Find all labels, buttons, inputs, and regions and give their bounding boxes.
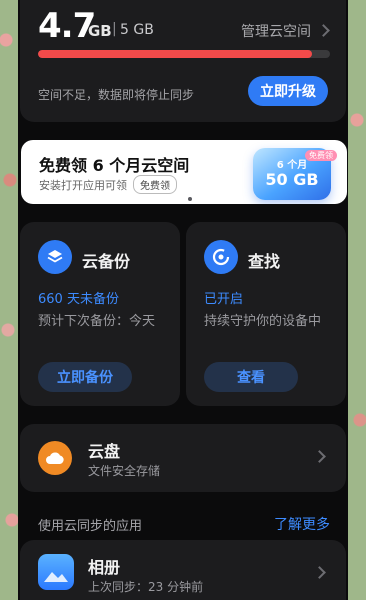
view-button[interactable]: 查看 [204,362,298,392]
screen: 4.7 GB | 5 GB 管理云空间 空间不足，数据即将停止同步 立即升级 免… [18,0,348,600]
gallery-last-sync: 上次同步：23 分钟前 [88,580,204,594]
promo-banner[interactable]: 免费领 6 个月云空间 安装打开应用可领 免费领 6 个月 50 GB 免费领 [21,140,347,204]
storage-warning-text: 空间不足，数据即将停止同步 [38,88,195,102]
chevron-right-icon [313,450,326,463]
storage-usage-fill [38,50,313,58]
sync-app-row-gallery[interactable]: 相册 上次同步：23 分钟前 [20,540,346,600]
chevron-right-icon [317,24,330,37]
cloud-storage-box-illustration: 6 个月 50 GB 免费领 [253,148,337,200]
cloud-drive-row[interactable]: 云盘 文件安全存储 [20,424,346,492]
manage-cloud-space-link[interactable]: 管理云空间 [241,21,330,41]
find-device-status: 已开启 [204,292,244,307]
cloud-backup-status: 660 天未备份 [38,292,119,307]
storage-used-value: 4.7 [38,6,96,46]
promo-title: 免费领 6 个月云空间 [39,156,190,175]
cloud-backup-card[interactable]: 云备份 660 天未备份 预计下次备份：今天 立即备份 [20,222,180,406]
promo-tag: 免费领 [133,175,177,194]
storage-usage-bar [38,50,330,58]
upgrade-button[interactable]: 立即升级 [248,76,328,106]
promo-box-badge: 免费领 [305,150,337,161]
chevron-right-icon [313,566,326,579]
cloud-icon [38,441,72,475]
find-device-card[interactable]: 查找 已开启 持续守护你的设备中 查看 [186,222,346,406]
cloud-backup-detail: 预计下次备份：今天 [38,314,156,329]
carousel-indicator [188,197,192,201]
locate-icon [204,240,238,274]
layers-icon [38,240,72,274]
promo-box-capacity: 50 GB [265,170,319,189]
learn-more-link[interactable]: 了解更多 [274,514,330,534]
cloud-drive-subtitle: 文件安全存储 [88,464,161,478]
gallery-title: 相册 [88,558,121,577]
carousel-dot [188,197,192,201]
cloud-drive-title: 云盘 [88,442,121,461]
storage-total: 5 GB [120,22,154,38]
cloud-backup-title: 云备份 [82,252,131,271]
sync-apps-section-title: 使用云同步的应用 [38,519,143,534]
storage-used-unit: GB [88,22,112,40]
promo-subtitle: 安装打开应用可领 [39,179,127,192]
find-device-detail: 持续守护你的设备中 [204,314,322,329]
find-device-title: 查找 [248,252,281,271]
backup-now-button[interactable]: 立即备份 [38,362,132,392]
storage-separator: | [112,21,117,37]
gallery-icon [38,554,74,590]
storage-card: 4.7 GB | 5 GB 管理云空间 空间不足，数据即将停止同步 立即升级 [20,0,346,122]
manage-cloud-space-label: 管理云空间 [241,24,311,40]
